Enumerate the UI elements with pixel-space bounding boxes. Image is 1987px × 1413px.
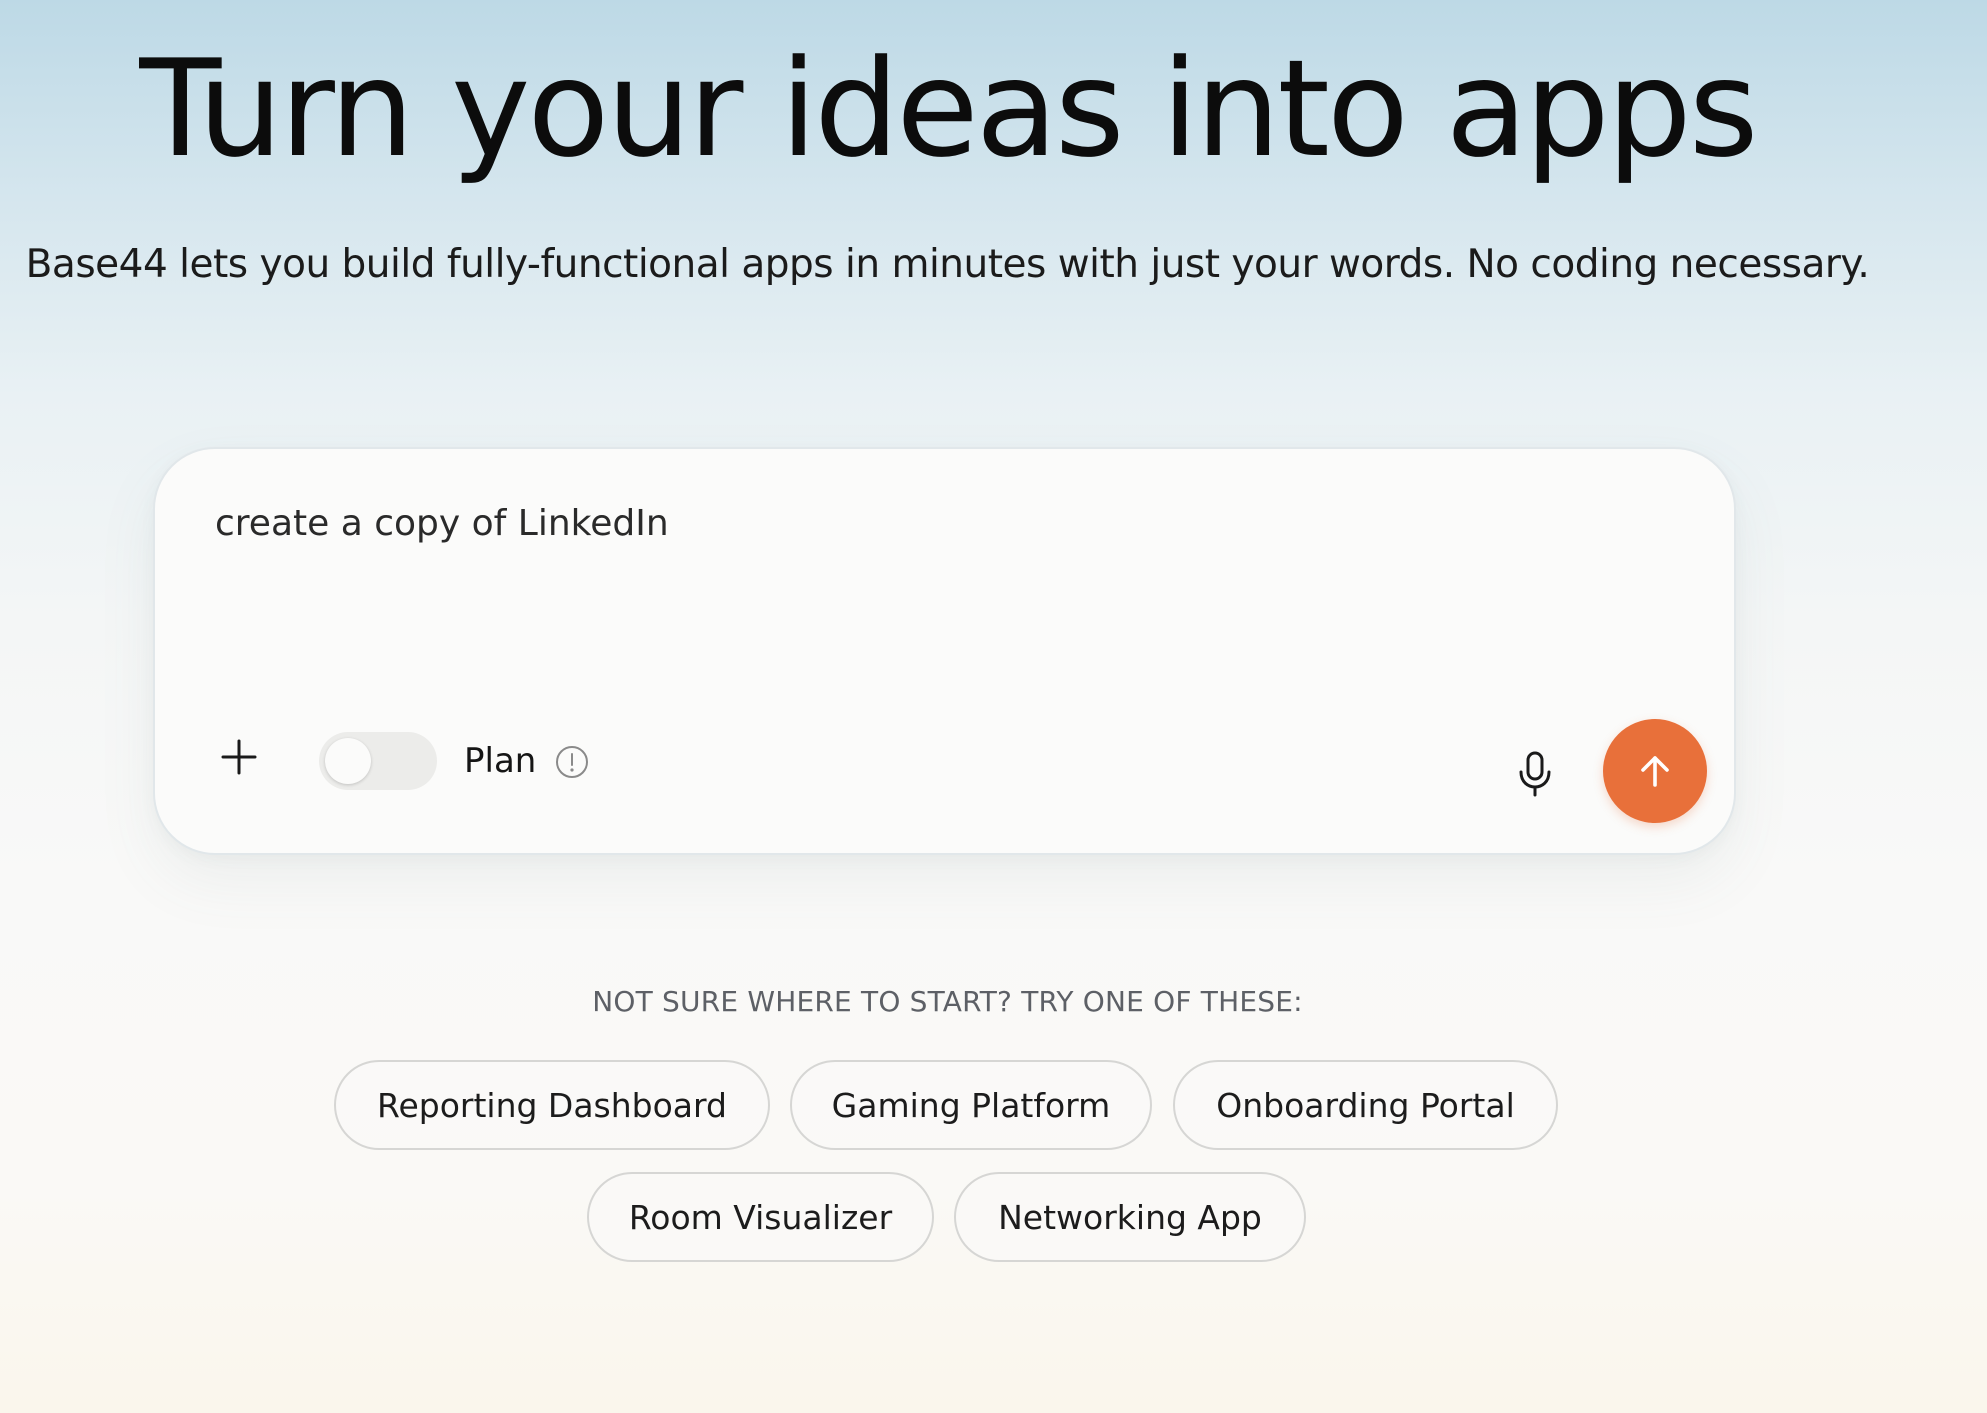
hero-subtitle: Base44 lets you build fully-functional a… bbox=[25, 242, 1870, 287]
plus-icon bbox=[221, 739, 257, 775]
microphone-icon bbox=[1519, 751, 1551, 797]
send-button[interactable] bbox=[1603, 719, 1707, 823]
plan-toggle[interactable] bbox=[319, 732, 437, 790]
suggestion-chip-onboarding-portal[interactable]: Onboarding Portal bbox=[1173, 1060, 1558, 1150]
info-icon[interactable] bbox=[555, 745, 589, 779]
prompt-input[interactable]: create a copy of LinkedIn bbox=[215, 501, 1655, 621]
hero-title: Turn your ideas into apps bbox=[139, 31, 1758, 187]
suggestion-chip-networking-app[interactable]: Networking App bbox=[954, 1172, 1306, 1262]
prompt-card: create a copy of LinkedIn Plan bbox=[153, 447, 1736, 855]
microphone-button[interactable] bbox=[1513, 749, 1557, 799]
suggestions-heading: NOT SURE WHERE TO START? TRY ONE OF THES… bbox=[592, 985, 1303, 1018]
suggestion-chip-reporting-dashboard[interactable]: Reporting Dashboard bbox=[334, 1060, 770, 1150]
suggestion-chip-room-visualizer[interactable]: Room Visualizer bbox=[587, 1172, 934, 1262]
plan-label: Plan bbox=[464, 741, 537, 781]
add-attachment-button[interactable] bbox=[211, 729, 267, 785]
plan-toggle-knob bbox=[325, 738, 371, 784]
suggestion-chip-gaming-platform[interactable]: Gaming Platform bbox=[790, 1060, 1152, 1150]
arrow-up-icon bbox=[1641, 756, 1669, 787]
